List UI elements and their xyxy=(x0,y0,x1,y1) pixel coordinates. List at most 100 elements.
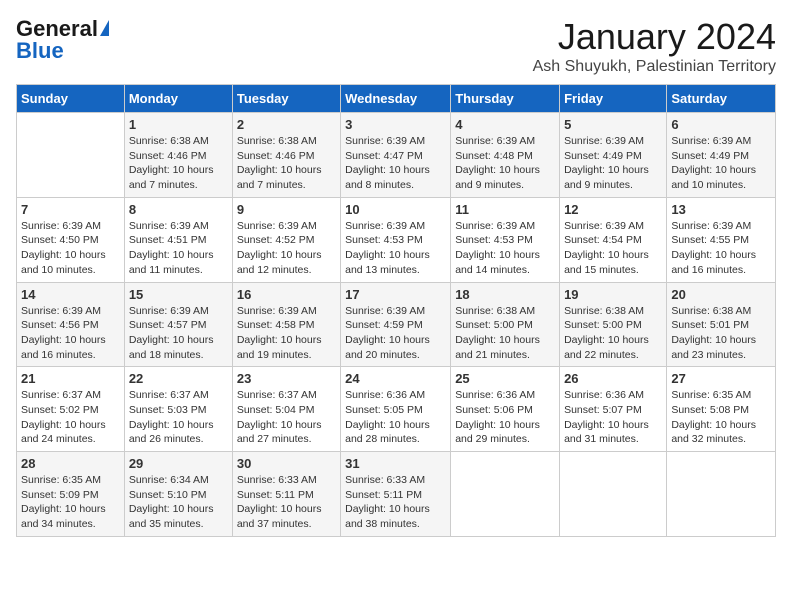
day-number: 6 xyxy=(671,117,771,132)
day-number: 10 xyxy=(345,202,446,217)
calendar-cell: 3Sunrise: 6:39 AMSunset: 4:47 PMDaylight… xyxy=(341,113,451,198)
day-number: 23 xyxy=(237,371,336,386)
calendar-week-row: 21 Sunrise: 6:37 AMSunset: 5:02 PMDayligh… xyxy=(17,367,776,452)
logo: General Blue xyxy=(16,16,109,64)
day-number: 7 xyxy=(21,202,120,217)
day-number: 30 xyxy=(237,456,336,471)
day-info: Sunrise: 6:37 AMSunset: 5:04 PMDaylight:… xyxy=(237,388,336,447)
calendar-week-row: 14 Sunrise: 6:39 AMSunset: 4:56 PMDayligh… xyxy=(17,282,776,367)
day-info: Sunrise: 6:39 AMSunset: 4:48 PMDaylight:… xyxy=(455,134,555,193)
calendar-cell: 6 Sunrise: 6:39 AMSunset: 4:49 PMDaylight… xyxy=(667,113,776,198)
calendar-cell: 13Sunrise: 6:39 AMSunset: 4:55 PMDayligh… xyxy=(667,197,776,282)
calendar-cell: 23 Sunrise: 6:37 AMSunset: 5:04 PMDayligh… xyxy=(232,367,340,452)
calendar-cell: 7 Sunrise: 6:39 AMSunset: 4:50 PMDaylight… xyxy=(17,197,125,282)
calendar-cell: 1Sunrise: 6:38 AMSunset: 4:46 PMDaylight… xyxy=(124,113,232,198)
location-title: Ash Shuyukh, Palestinian Territory xyxy=(533,58,776,76)
day-number: 4 xyxy=(455,117,555,132)
page-header: General Blue January 2024 Ash Shuyukh, P… xyxy=(16,16,776,76)
calendar-cell: 21 Sunrise: 6:37 AMSunset: 5:02 PMDayligh… xyxy=(17,367,125,452)
day-number: 13 xyxy=(671,202,771,217)
day-info: Sunrise: 6:39 AMSunset: 4:56 PMDaylight:… xyxy=(21,304,120,363)
calendar-cell: 29 Sunrise: 6:34 AMSunset: 5:10 PMDayligh… xyxy=(124,452,232,537)
day-number: 16 xyxy=(237,287,336,302)
logo-blue-text: Blue xyxy=(16,38,64,64)
day-info: Sunrise: 6:39 AMSunset: 4:51 PMDaylight:… xyxy=(129,219,228,278)
day-number: 12 xyxy=(564,202,662,217)
day-number: 17 xyxy=(345,287,446,302)
day-info: Sunrise: 6:36 AMSunset: 5:07 PMDaylight:… xyxy=(564,388,662,447)
day-info: Sunrise: 6:38 AMSunset: 4:46 PMDaylight:… xyxy=(237,134,336,193)
day-info: Sunrise: 6:37 AMSunset: 5:02 PMDaylight:… xyxy=(21,388,120,447)
day-number: 22 xyxy=(129,371,228,386)
calendar-week-row: 1 Sunrise: 6:38 AMSunset: 4:46 PMDaylight… xyxy=(17,113,776,198)
day-info: Sunrise: 6:39 AMSunset: 4:49 PMDaylight:… xyxy=(564,134,662,193)
calendar-cell: 4 Sunrise: 6:39 AMSunset: 4:48 PMDaylight… xyxy=(451,113,560,198)
day-info: Sunrise: 6:39 AMSunset: 4:50 PMDaylight:… xyxy=(21,219,120,278)
calendar-cell: 22 Sunrise: 6:37 AMSunset: 5:03 PMDayligh… xyxy=(124,367,232,452)
calendar-cell: 26 Sunrise: 6:36 AMSunset: 5:07 PMDayligh… xyxy=(560,367,667,452)
calendar-cell: 9 Sunrise: 6:39 AMSunset: 4:52 PMDaylight… xyxy=(232,197,340,282)
day-number: 8 xyxy=(129,202,228,217)
calendar-cell: 28 Sunrise: 6:35 AMSunset: 5:09 PMDayligh… xyxy=(17,452,125,537)
calendar-cell xyxy=(667,452,776,537)
calendar-cell: 16 Sunrise: 6:39 AMSunset: 4:58 PMDayligh… xyxy=(232,282,340,367)
calendar-cell: 10 Sunrise: 6:39 AMSunset: 4:53 PMDayligh… xyxy=(341,197,451,282)
day-number: 21 xyxy=(21,371,120,386)
calendar-cell: 8 Sunrise: 6:39 AMSunset: 4:51 PMDaylight… xyxy=(124,197,232,282)
day-number: 15 xyxy=(129,287,228,302)
calendar-cell: 19Sunrise: 6:38 AMSunset: 5:00 PMDayligh… xyxy=(560,282,667,367)
day-number: 18 xyxy=(455,287,555,302)
calendar-cell: 31Sunrise: 6:33 AMSunset: 5:11 PMDayligh… xyxy=(341,452,451,537)
day-info: Sunrise: 6:38 AMSunset: 5:01 PMDaylight:… xyxy=(671,304,771,363)
month-title: January 2024 xyxy=(533,16,776,58)
day-number: 1 xyxy=(129,117,228,132)
calendar-cell: 25Sunrise: 6:36 AMSunset: 5:06 PMDayligh… xyxy=(451,367,560,452)
calendar-cell: 17 Sunrise: 6:39 AMSunset: 4:59 PMDayligh… xyxy=(341,282,451,367)
day-number: 9 xyxy=(237,202,336,217)
calendar-cell: 15 Sunrise: 6:39 AMSunset: 4:57 PMDayligh… xyxy=(124,282,232,367)
day-info: Sunrise: 6:36 AMSunset: 5:06 PMDaylight:… xyxy=(455,388,555,447)
calendar-week-row: 7 Sunrise: 6:39 AMSunset: 4:50 PMDaylight… xyxy=(17,197,776,282)
day-info: Sunrise: 6:35 AMSunset: 5:08 PMDaylight:… xyxy=(671,388,771,447)
day-number: 26 xyxy=(564,371,662,386)
day-info: Sunrise: 6:39 AMSunset: 4:49 PMDaylight:… xyxy=(671,134,771,193)
calendar-cell: 20Sunrise: 6:38 AMSunset: 5:01 PMDayligh… xyxy=(667,282,776,367)
day-info: Sunrise: 6:39 AMSunset: 4:52 PMDaylight:… xyxy=(237,219,336,278)
day-info: Sunrise: 6:37 AMSunset: 5:03 PMDaylight:… xyxy=(129,388,228,447)
calendar-header-row: SundayMondayTuesdayWednesdayThursdayFrid… xyxy=(17,85,776,113)
day-number: 19 xyxy=(564,287,662,302)
day-number: 28 xyxy=(21,456,120,471)
day-header-thursday: Thursday xyxy=(451,85,560,113)
calendar-cell: 18 Sunrise: 6:38 AMSunset: 5:00 PMDayligh… xyxy=(451,282,560,367)
calendar-cell: 11Sunrise: 6:39 AMSunset: 4:53 PMDayligh… xyxy=(451,197,560,282)
title-section: January 2024 Ash Shuyukh, Palestinian Te… xyxy=(533,16,776,76)
day-header-saturday: Saturday xyxy=(667,85,776,113)
calendar-week-row: 28 Sunrise: 6:35 AMSunset: 5:09 PMDayligh… xyxy=(17,452,776,537)
day-info: Sunrise: 6:39 AMSunset: 4:54 PMDaylight:… xyxy=(564,219,662,278)
calendar-table: SundayMondayTuesdayWednesdayThursdayFrid… xyxy=(16,84,776,537)
day-info: Sunrise: 6:39 AMSunset: 4:59 PMDaylight:… xyxy=(345,304,446,363)
day-header-tuesday: Tuesday xyxy=(232,85,340,113)
calendar-cell: 5Sunrise: 6:39 AMSunset: 4:49 PMDaylight… xyxy=(560,113,667,198)
day-info: Sunrise: 6:33 AMSunset: 5:11 PMDaylight:… xyxy=(345,473,446,532)
day-info: Sunrise: 6:33 AMSunset: 5:11 PMDaylight:… xyxy=(237,473,336,532)
day-number: 29 xyxy=(129,456,228,471)
day-info: Sunrise: 6:39 AMSunset: 4:58 PMDaylight:… xyxy=(237,304,336,363)
day-info: Sunrise: 6:39 AMSunset: 4:57 PMDaylight:… xyxy=(129,304,228,363)
calendar-cell: 2 Sunrise: 6:38 AMSunset: 4:46 PMDaylight… xyxy=(232,113,340,198)
calendar-cell: 12 Sunrise: 6:39 AMSunset: 4:54 PMDayligh… xyxy=(560,197,667,282)
day-number: 24 xyxy=(345,371,446,386)
day-info: Sunrise: 6:39 AMSunset: 4:53 PMDaylight:… xyxy=(345,219,446,278)
day-info: Sunrise: 6:35 AMSunset: 5:09 PMDaylight:… xyxy=(21,473,120,532)
day-number: 2 xyxy=(237,117,336,132)
calendar-cell xyxy=(451,452,560,537)
calendar-cell xyxy=(560,452,667,537)
day-info: Sunrise: 6:34 AMSunset: 5:10 PMDaylight:… xyxy=(129,473,228,532)
day-info: Sunrise: 6:36 AMSunset: 5:05 PMDaylight:… xyxy=(345,388,446,447)
calendar-cell: 14 Sunrise: 6:39 AMSunset: 4:56 PMDayligh… xyxy=(17,282,125,367)
day-number: 14 xyxy=(21,287,120,302)
day-info: Sunrise: 6:38 AMSunset: 5:00 PMDaylight:… xyxy=(455,304,555,363)
logo-arrow-icon xyxy=(100,20,109,36)
day-number: 11 xyxy=(455,202,555,217)
day-number: 3 xyxy=(345,117,446,132)
